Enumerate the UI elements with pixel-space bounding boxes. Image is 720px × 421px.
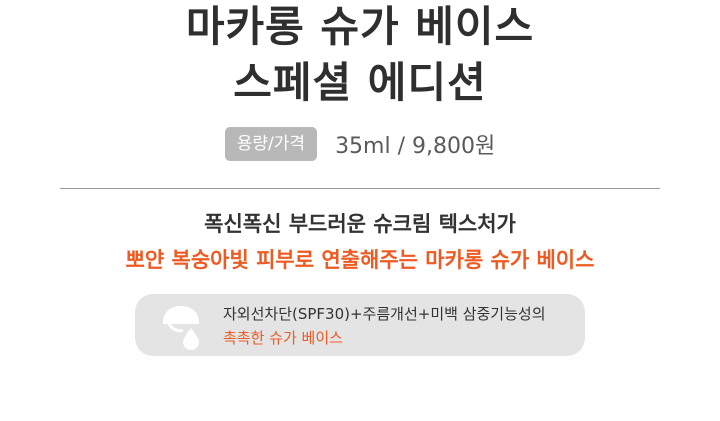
- spec-badge: 용량/가격: [224, 127, 318, 161]
- feature-line-1: 자외선차단(SPF30)+주름개선+미백 삼중기능성의: [223, 305, 546, 323]
- description-line-1: 폭신폭신 부드러운 슈크림 텍스처가: [204, 212, 516, 236]
- feature-line-2: 촉촉한 슈가 베이스: [223, 329, 343, 347]
- divider: [60, 188, 660, 189]
- description-line-2: 뽀얀 복숭아빛 피부로 연출해주는 마카롱 슈가 베이스: [125, 248, 595, 272]
- page-title-line-2: 스페셜 에디션: [233, 58, 487, 107]
- feature-box: 자외선차단(SPF30)+주름개선+미백 삼중기능성의 촉촉한 슈가 베이스: [135, 294, 585, 356]
- cream-drop-icon: [163, 306, 199, 350]
- spec-row: 용량/가격 35ml / 9,800원: [0, 127, 720, 161]
- page-title-line-1: 마카롱 슈가 베이스: [185, 2, 535, 51]
- spec-value: 35ml / 9,800원: [335, 134, 496, 159]
